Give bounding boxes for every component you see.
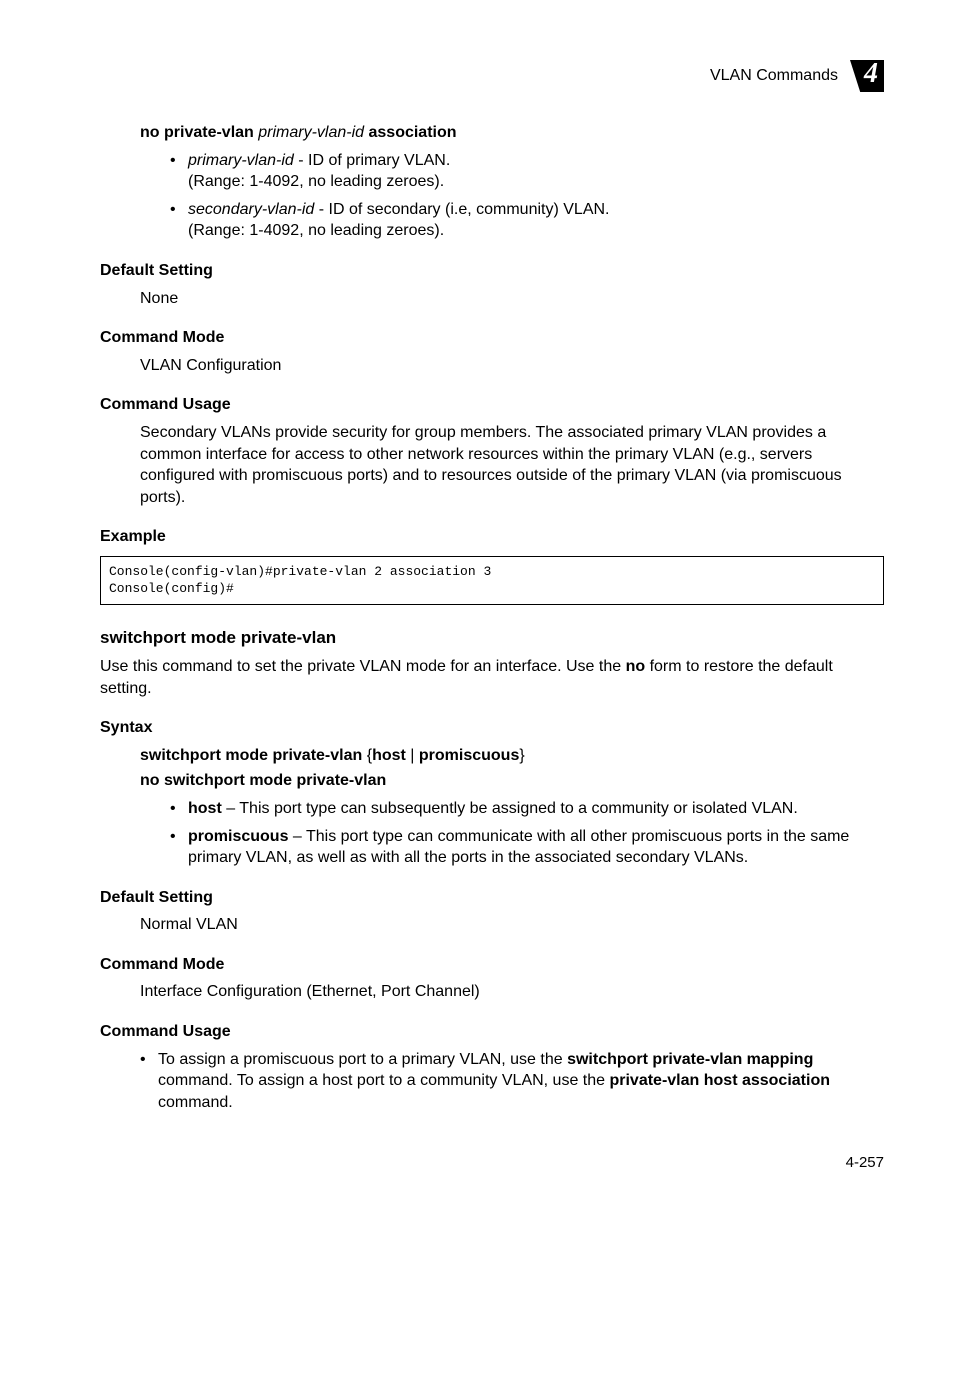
option-list: host – This port type can subsequently b… bbox=[170, 798, 884, 869]
usage-mid: command. To assign a host port to a comm… bbox=[158, 1072, 609, 1089]
usage-pre: To assign a promiscuous port to a primar… bbox=[158, 1051, 567, 1068]
option-name: host bbox=[188, 800, 222, 817]
command-mode-heading: Command Mode bbox=[100, 954, 884, 976]
param-range: (Range: 1-4092, no leading zeroes). bbox=[188, 222, 444, 239]
intro-pre: Use this command to set the private VLAN… bbox=[100, 658, 626, 675]
syntax-host: host bbox=[372, 747, 406, 764]
syntax-switchport-mode: switchport mode private-vlan {host | pro… bbox=[140, 745, 884, 767]
default-setting-heading: Default Setting bbox=[100, 887, 884, 909]
param-name: primary-vlan-id bbox=[188, 152, 294, 169]
option-desc: – This port type can communicate with al… bbox=[188, 828, 849, 867]
param-desc: - ID of primary VLAN. bbox=[294, 152, 450, 169]
example-code-block: Console(config-vlan)#private-vlan 2 asso… bbox=[100, 556, 884, 605]
syntax-pipe: | bbox=[406, 747, 419, 764]
syntax-cmd: switchport mode private-vlan bbox=[140, 747, 367, 764]
command-usage-text: Secondary VLANs provide security for gro… bbox=[140, 422, 884, 508]
syntax-suffix: association bbox=[364, 124, 456, 141]
syntax-no-switchport-mode: no switchport mode private-vlan bbox=[140, 770, 884, 792]
example-heading: Example bbox=[100, 526, 884, 548]
header-title: VLAN Commands bbox=[710, 65, 838, 87]
command-mode-value: Interface Configuration (Ethernet, Port … bbox=[140, 981, 884, 1003]
page-header: VLAN Commands 4 bbox=[100, 60, 884, 92]
usage-cmd2: private-vlan host association bbox=[609, 1072, 830, 1089]
command-usage-heading: Command Usage bbox=[100, 394, 884, 416]
syntax-no-private-vlan: no private-vlan primary-vlan-id associat… bbox=[140, 122, 884, 144]
param-secondary-vlan-id: secondary-vlan-id - ID of secondary (i.e… bbox=[170, 199, 884, 242]
param-list: primary-vlan-id - ID of primary VLAN. (R… bbox=[170, 150, 884, 242]
param-range: (Range: 1-4092, no leading zeroes). bbox=[188, 173, 444, 190]
usage-post: command. bbox=[158, 1094, 233, 1111]
chapter-number-badge: 4 bbox=[850, 60, 884, 92]
option-host: host – This port type can subsequently b… bbox=[170, 798, 884, 820]
param-desc: - ID of secondary (i.e, community) VLAN. bbox=[314, 201, 609, 218]
option-desc: – This port type can subsequently be ass… bbox=[222, 800, 798, 817]
syntax-heading: Syntax bbox=[100, 717, 884, 739]
syntax-param: primary-vlan-id bbox=[258, 124, 364, 141]
usage-cmd1: switchport private-vlan mapping bbox=[567, 1051, 813, 1068]
param-name: secondary-vlan-id bbox=[188, 201, 314, 218]
syntax-prefix: no private-vlan bbox=[140, 124, 258, 141]
default-setting-heading: Default Setting bbox=[100, 260, 884, 282]
option-name: promiscuous bbox=[188, 828, 288, 845]
option-promiscuous: promiscuous – This port type can communi… bbox=[170, 826, 884, 869]
default-setting-value: None bbox=[140, 288, 884, 310]
brace-close: } bbox=[519, 747, 524, 764]
command-mode-value: VLAN Configuration bbox=[140, 355, 884, 377]
usage-bullet: To assign a promiscuous port to a primar… bbox=[140, 1049, 884, 1114]
command-usage-heading: Command Usage bbox=[100, 1021, 884, 1043]
command-mode-heading: Command Mode bbox=[100, 327, 884, 349]
param-primary-vlan-id: primary-vlan-id - ID of primary VLAN. (R… bbox=[170, 150, 884, 193]
page-number: 4-257 bbox=[100, 1153, 884, 1173]
usage-bullet-list: To assign a promiscuous port to a primar… bbox=[140, 1049, 884, 1114]
syntax-promiscuous: promiscuous bbox=[419, 747, 519, 764]
default-setting-value: Normal VLAN bbox=[140, 914, 884, 936]
intro-no-keyword: no bbox=[626, 658, 646, 675]
section-intro: Use this command to set the private VLAN… bbox=[100, 656, 884, 699]
section-title-switchport-mode: switchport mode private-vlan bbox=[100, 627, 884, 650]
